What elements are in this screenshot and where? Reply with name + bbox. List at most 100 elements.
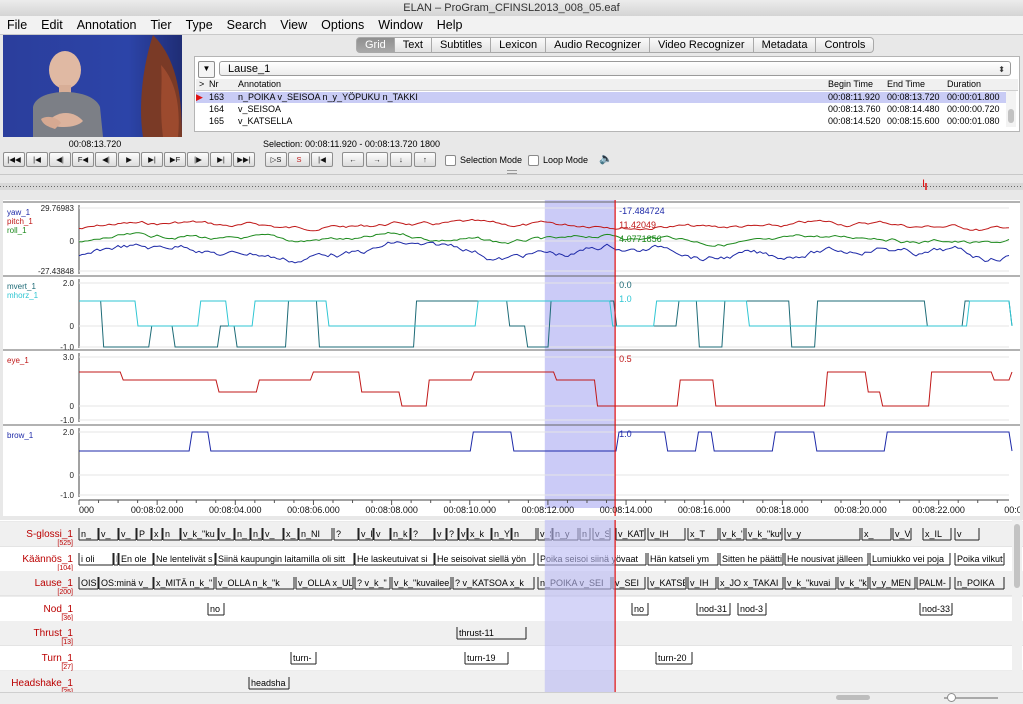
menu-view[interactable]: View	[273, 16, 314, 34]
annotation[interactable]: He laskeutuivat si	[354, 553, 435, 566]
annotation[interactable]: nod-31	[696, 603, 731, 616]
annotation[interactable]: n_k	[390, 528, 411, 541]
previous-frame-button[interactable]: ◀|	[49, 152, 71, 167]
annotation[interactable]: OS:minä v_	[98, 577, 154, 590]
menu-edit[interactable]: Edit	[34, 16, 70, 34]
tab-audio-recognizer[interactable]: Audio Recognizer	[546, 37, 650, 53]
annotation[interactable]: ? v_k_"	[354, 577, 391, 590]
play-selection-button[interactable]: ▷S	[265, 152, 287, 167]
annotation[interactable]: ? v_KATSOA x_k	[452, 577, 535, 590]
next-pixel-button[interactable]: ▶|	[141, 152, 163, 167]
menu-search[interactable]: Search	[220, 16, 274, 34]
menu-type[interactable]: Type	[179, 16, 220, 34]
annotation[interactable]: He nousivat jälleen	[784, 553, 869, 566]
timeseries-viewer[interactable]: 29.76983 0 -27.43848 yaw_1pitch_1roll_1 -17.…	[3, 200, 1020, 516]
menu-help[interactable]: Help	[430, 16, 470, 34]
annotation[interactable]: v_KATSE	[647, 577, 688, 590]
annotation[interactable]: v_KATS	[615, 528, 650, 541]
tier-down-button[interactable]: ↓	[390, 152, 412, 167]
menu-options[interactable]: Options	[314, 16, 371, 34]
tab-metadata[interactable]: Metadata	[753, 37, 817, 53]
menu-tier[interactable]: Tier	[143, 16, 178, 34]
volume-icon[interactable]: 🔈	[599, 152, 613, 165]
previous-second-button[interactable]: F◀	[72, 152, 94, 167]
tab-lexicon[interactable]: Lexicon	[491, 37, 547, 53]
tier-scroll-thumb[interactable]	[1014, 524, 1020, 588]
tier-row-s-glossi-1[interactable]: S-glossi_1[525]n_ v_ v_ Px n v_k_"ku v_ n_ n_ v_ x…	[0, 522, 1023, 548]
clear-selection-button[interactable]: S	[288, 152, 310, 167]
previous-annotation-button[interactable]: ←	[342, 152, 364, 167]
selection-mode-checkbox[interactable]	[445, 154, 456, 166]
annotation[interactable]: v_k_"k	[837, 577, 869, 590]
tier-name[interactable]: S-glossi_1	[26, 529, 73, 540]
video-viewer[interactable]	[3, 35, 182, 137]
tier-name[interactable]: Käännös_1	[22, 554, 73, 565]
annotation[interactable]: n_Y	[491, 528, 512, 541]
go-to-begin-button[interactable]: |◀◀	[3, 152, 25, 167]
tier-name[interactable]: Headshake_1	[11, 678, 73, 689]
grid-col-begin[interactable]: Begin Time	[828, 79, 873, 90]
grid-col-duration[interactable]: Duration	[947, 79, 981, 90]
annotation[interactable]: v_y_MEN	[869, 577, 916, 590]
annotation[interactable]: x_JO x_TAKAI	[717, 577, 784, 590]
grid-scroll-thumb[interactable]	[1008, 109, 1014, 123]
next-annotation-button[interactable]: →	[366, 152, 388, 167]
tab-video-recognizer[interactable]: Video Recognizer	[649, 37, 754, 53]
annotation[interactable]: nod-33	[919, 603, 953, 616]
menu-annotation[interactable]: Annotation	[70, 16, 144, 34]
annotation[interactable]: Hän katseli ym	[647, 553, 719, 566]
tier-name[interactable]: Turn_1	[42, 653, 74, 664]
next-frame-block-button[interactable]: ▶|	[210, 152, 232, 167]
tier-row-turn-1[interactable]: Turn_1[27] turn-turn-19 turn-20	[0, 646, 1023, 672]
annotation[interactable]: headsha	[248, 677, 290, 690]
horizontal-scroll-thumb[interactable]	[836, 695, 870, 700]
annotation[interactable]: OIS	[78, 577, 99, 590]
tier-name[interactable]: Nod_1	[44, 604, 74, 615]
tier-up-button[interactable]: ↑	[414, 152, 436, 167]
previous-frame-block-button[interactable]: |◀	[26, 152, 48, 167]
annotation[interactable]: He seisoivat siellä yön	[434, 553, 535, 566]
previous-pixel-button[interactable]: ◀|	[95, 152, 117, 167]
tab-text[interactable]: Text	[394, 37, 432, 53]
play-button[interactable]: ▶	[118, 152, 140, 167]
annotation[interactable]: Lumiukko vei poja	[869, 553, 951, 566]
tab-controls[interactable]: Controls	[816, 37, 875, 53]
loop-mode-checkbox[interactable]	[528, 154, 539, 166]
annotation[interactable]: v_k_"kuvailee_	[391, 577, 455, 590]
annotation[interactable]: v_k_"kuvai	[784, 577, 837, 590]
tab-grid[interactable]: Grid	[356, 37, 395, 53]
annotation[interactable]: Ne lentelivät s	[153, 553, 216, 566]
tier-row-lause-1[interactable]: Lause_1[200] OIS OS:minä v_ x_MITÄ n_k_" v_O…	[0, 571, 1023, 597]
annotation[interactable]: v_k_"ku	[180, 528, 219, 541]
annotation[interactable]: v_OLLA x_UL	[295, 577, 354, 590]
menu-window[interactable]: Window	[371, 16, 429, 34]
grid-col-annotation[interactable]: Annotation	[238, 79, 281, 90]
table-row[interactable]: 164 v_SEISOA 00:08:13.760 00:08:14.480 00:00…	[196, 104, 1006, 115]
menu-file[interactable]: File	[0, 16, 34, 34]
grid-scrollbar[interactable]	[1006, 91, 1016, 127]
table-row[interactable]: ▶ 163 n_POIKA v_SEISOA n_y_YÖPUKU n_TAKKI 0…	[196, 92, 1006, 103]
annotation[interactable]: Poika vilkutt	[954, 553, 1006, 566]
annotation[interactable]: n_	[250, 528, 264, 541]
tier-name[interactable]: Thrust_1	[34, 628, 74, 639]
go-to-selection-begin-button[interactable]: |◀	[311, 152, 333, 167]
overview-ruler[interactable]	[0, 183, 1023, 190]
timeline-viewer[interactable]: ▲ ▼S-glossi_1[525]n_v_v_Pxnv_k_"kuv_n_n_…	[0, 520, 1023, 692]
next-second-button[interactable]: ▶F	[164, 152, 186, 167]
tier-row-headshake-1[interactable]: Headshake_1[25]headsha	[0, 671, 1023, 692]
tab-subtitles[interactable]: Subtitles	[431, 37, 492, 53]
annotation[interactable]: nod-3	[737, 603, 767, 616]
tier-options-button[interactable]: ▼	[198, 61, 215, 78]
tier-select[interactable]: Lause_1 ⬍	[219, 61, 1011, 76]
tier-name[interactable]: Lause_1	[35, 578, 74, 589]
tier-row-nod-1[interactable]: Nod_1[36] no no nod-31 nod-3 nod-33	[0, 597, 1023, 623]
table-row[interactable]: 165 v_KATSELLA 00:08:14.520 00:08:15.600 00:…	[196, 116, 1006, 127]
zoom-slider-thumb[interactable]	[947, 693, 956, 702]
grid-col-end[interactable]: End Time	[887, 79, 925, 90]
annotation[interactable]: x_MITÄ n_k_"	[153, 577, 215, 590]
next-frame-button[interactable]: |▶	[187, 152, 209, 167]
loop-mode-toggle[interactable]: Loop Mode	[528, 154, 588, 166]
annotation[interactable]: Siinä kaupungin laitamilla oli sitt	[215, 553, 355, 566]
annotation[interactable]: Sitten he päätti	[719, 553, 784, 566]
annotation[interactable]: PALM-	[916, 577, 951, 590]
